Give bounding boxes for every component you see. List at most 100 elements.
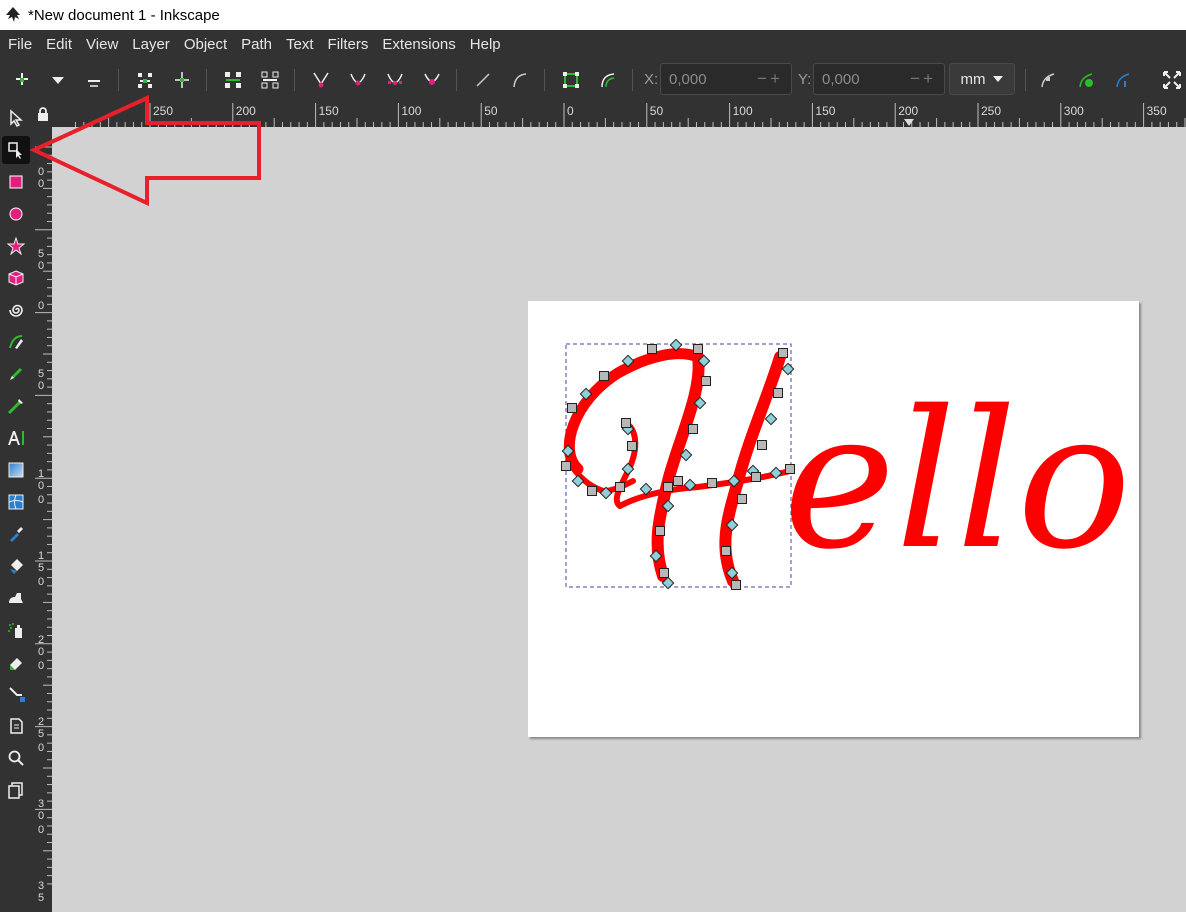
break-path-button[interactable] <box>168 67 196 93</box>
menu-view[interactable]: View <box>79 30 125 59</box>
connector-icon <box>9 687 25 702</box>
node-auto-smooth-button[interactable] <box>418 67 446 93</box>
ruler-label: 1 <box>38 550 44 562</box>
spin-minus-plus-icon[interactable]: −+ <box>757 69 791 89</box>
letter-h-path <box>563 348 793 587</box>
pen-tool[interactable] <box>2 328 30 356</box>
toolbar-separator <box>118 69 119 91</box>
node-cusp-icon <box>313 72 329 88</box>
ruler-label: 0 <box>38 646 44 658</box>
tweak-icon <box>9 593 23 603</box>
show-handles-button[interactable] <box>1072 67 1100 93</box>
menu-layer[interactable]: Layer <box>125 30 177 59</box>
chevron-down-icon <box>52 77 64 84</box>
join-nodes-button[interactable] <box>131 67 159 93</box>
ruler-label: 0 <box>38 810 44 822</box>
path-node-handle <box>757 440 767 450</box>
ruler-label: 200 <box>898 104 918 118</box>
paint-bucket-icon <box>10 559 23 574</box>
path-node-handle <box>663 482 673 492</box>
gradient-tool[interactable] <box>2 456 30 484</box>
break-path-icon <box>175 72 189 88</box>
menu-file[interactable]: File <box>0 30 39 59</box>
star-polygon-tool[interactable] <box>2 232 30 260</box>
path-node-handle <box>773 388 783 398</box>
show-outline-button[interactable] <box>1109 67 1137 93</box>
text-tool[interactable] <box>2 424 30 452</box>
canvas[interactable]: ello <box>52 127 1186 912</box>
pages-tool[interactable] <box>2 712 30 740</box>
vertical-ruler[interactable]: 005005010015020025030035 <box>33 127 52 912</box>
ruler-label: 2 <box>38 716 44 728</box>
paint-bucket-tool[interactable] <box>2 552 30 580</box>
path-node-handle <box>764 412 778 426</box>
node-smooth-button[interactable] <box>344 67 372 93</box>
ruler-label: 150 <box>319 104 339 118</box>
x-coordinate-field[interactable]: 0,000 −+ <box>660 63 792 95</box>
menu-help[interactable]: Help <box>463 30 508 59</box>
path-outline-icon <box>1116 73 1130 88</box>
segment-line-icon <box>476 73 490 87</box>
star-icon <box>7 237 25 255</box>
object-to-path-icon <box>563 72 579 88</box>
segment-curve-button[interactable] <box>506 67 534 93</box>
document-page[interactable]: ello <box>528 301 1139 737</box>
node-cusp-button[interactable] <box>307 67 335 93</box>
eyedropper-icon <box>10 527 23 542</box>
ruler-label: 0 <box>38 660 44 672</box>
delete-node-button[interactable] <box>80 67 108 93</box>
3d-box-tool[interactable] <box>2 264 30 292</box>
node-symmetric-button[interactable] <box>381 67 409 93</box>
node-auto-smooth-icon <box>424 73 440 85</box>
zoom-tool[interactable] <box>2 744 30 772</box>
eraser-tool[interactable] <box>2 648 30 676</box>
calligraphy-tool[interactable] <box>2 392 30 420</box>
path-node-handle <box>647 344 657 354</box>
chevron-down-icon <box>992 76 1003 82</box>
x-coordinate-label: X: <box>644 71 659 88</box>
insert-node-dropdown-button[interactable] <box>44 67 72 93</box>
ruler-label: 5 <box>38 728 44 740</box>
show-transform-handles-button[interactable] <box>1034 67 1062 93</box>
calligraphy-pen-icon <box>7 399 23 415</box>
copy-pages-icon <box>8 782 23 799</box>
stroke-to-path-button[interactable] <box>594 67 622 93</box>
stroke-to-path-icon <box>601 73 615 88</box>
menu-filters[interactable]: Filters <box>321 30 376 59</box>
measure-tool[interactable] <box>2 776 30 804</box>
mesh-tool[interactable] <box>2 488 30 516</box>
connector-tool[interactable] <box>2 680 30 708</box>
segment-line-button[interactable] <box>469 67 497 93</box>
ruler-label: 300 <box>1064 104 1084 118</box>
tweak-tool[interactable] <box>2 584 30 612</box>
path-node-handle <box>655 526 665 536</box>
insert-node-button[interactable] <box>8 67 36 93</box>
menu-text[interactable]: Text <box>279 30 321 59</box>
3d-box-icon <box>8 270 24 286</box>
magnifier-icon <box>8 750 24 766</box>
toolbox <box>0 101 33 912</box>
spray-tool[interactable] <box>2 616 30 644</box>
ruler-label: 5 <box>38 248 44 260</box>
menu-extensions[interactable]: Extensions <box>375 30 462 59</box>
join-segment-icon <box>225 72 241 88</box>
toolbar-separator <box>456 69 457 91</box>
path-node-handle <box>659 568 669 578</box>
menu-path[interactable]: Path <box>234 30 279 59</box>
spin-minus-plus-icon[interactable]: −+ <box>910 69 944 89</box>
zoom-fit-button[interactable] <box>1158 67 1186 93</box>
y-coordinate-field[interactable]: 0,000 −+ <box>813 63 945 95</box>
hello-artwork[interactable]: ello <box>528 301 1139 737</box>
unit-select[interactable]: mm <box>949 63 1015 95</box>
join-segment-button[interactable] <box>219 67 247 93</box>
ruler-label: 0 <box>567 104 574 118</box>
unit-select-value: mm <box>960 70 986 88</box>
menu-object[interactable]: Object <box>177 30 234 59</box>
pencil-tool[interactable] <box>2 360 30 388</box>
dropper-tool[interactable] <box>2 520 30 548</box>
spiral-tool[interactable] <box>2 296 30 324</box>
menu-edit[interactable]: Edit <box>39 30 79 59</box>
ruler-label: 0 <box>38 300 44 312</box>
delete-segment-button[interactable] <box>256 67 284 93</box>
object-to-path-button[interactable] <box>557 67 585 93</box>
